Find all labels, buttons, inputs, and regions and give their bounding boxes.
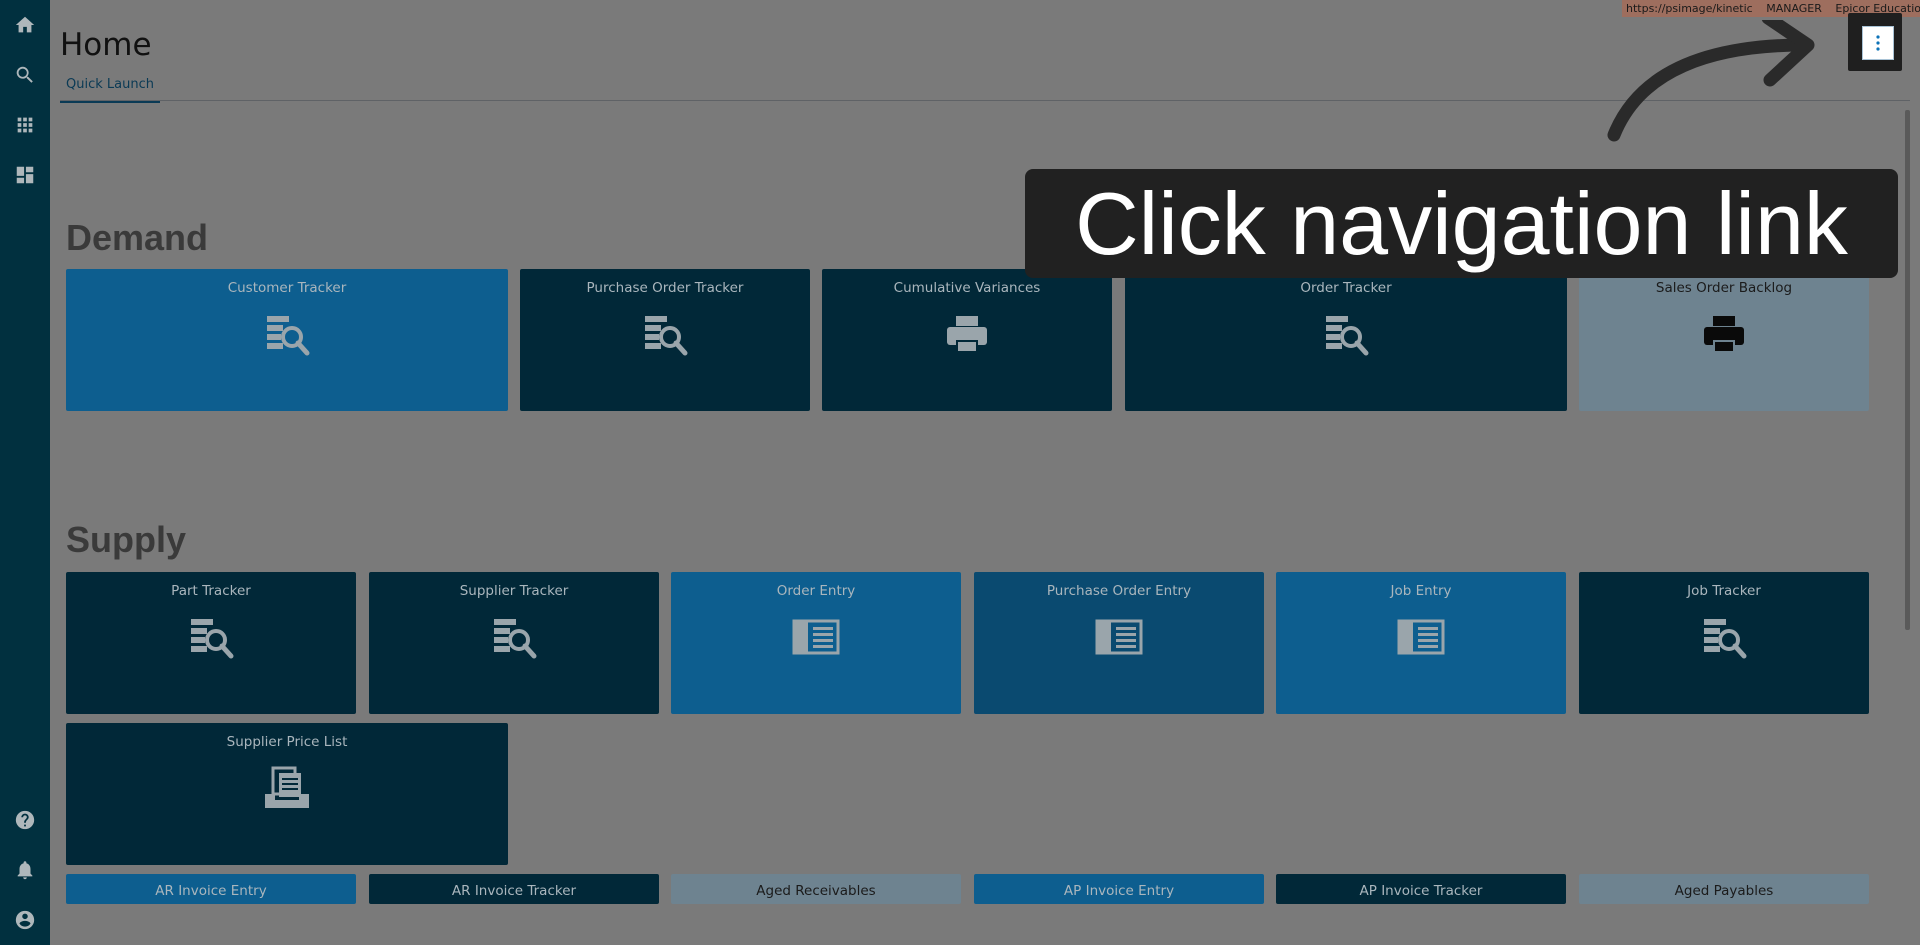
tile-label: Customer Tracker [227, 280, 347, 296]
tile-label: Supplier Tracker [459, 583, 569, 599]
tile-job-entry[interactable]: Job Entry [1276, 572, 1566, 714]
user-text: MANAGER [1766, 2, 1822, 15]
tile-label: Purchase Order Entry [1046, 583, 1192, 599]
tile-ap-invoice-entry[interactable]: AP Invoice Entry [974, 874, 1264, 904]
tile-label: Order Entry [776, 583, 856, 599]
tile-supplier-price-list[interactable]: Supplier Price List [66, 723, 508, 865]
tracker-search-icon [490, 613, 538, 661]
url-text: https://psimage/kinetic [1626, 2, 1753, 15]
tile-ar-invoice-entry[interactable]: AR Invoice Entry [66, 874, 356, 904]
entry-form-icon [1397, 613, 1445, 661]
printer-icon [943, 310, 991, 358]
tile-label: Job Tracker [1687, 583, 1761, 599]
section-title-supply: Supply [66, 519, 187, 560]
instruction-callout: Click navigation link [1025, 169, 1898, 278]
tile-order-tracker[interactable]: Order Tracker [1125, 269, 1567, 411]
tile-ar-invoice-tracker[interactable]: AR Invoice Tracker [369, 874, 659, 904]
help-icon[interactable] [12, 807, 38, 833]
tile-part-tracker[interactable]: Part Tracker [66, 572, 356, 714]
scrollbar[interactable] [1905, 110, 1910, 630]
tile-job-tracker[interactable]: Job Tracker [1579, 572, 1869, 714]
tab-quick-launch[interactable]: Quick Launch [60, 76, 160, 103]
entry-form-icon [792, 613, 840, 661]
account-icon[interactable] [12, 907, 38, 933]
tracker-search-icon [263, 310, 311, 358]
tile-label: Order Tracker [1300, 280, 1392, 296]
tile-label: Cumulative Variances [893, 280, 1041, 296]
tile-purchase-order-entry[interactable]: Purchase Order Entry [974, 572, 1264, 714]
bell-icon[interactable] [12, 857, 38, 883]
tracker-search-icon [1322, 310, 1370, 358]
tile-supplier-tracker[interactable]: Supplier Tracker [369, 572, 659, 714]
tile-sales-order-backlog[interactable]: Sales Order Backlog [1579, 269, 1869, 411]
more-vertical-icon [1876, 35, 1880, 51]
tile-label: AP Invoice Tracker [1359, 883, 1483, 899]
tile-ap-invoice-tracker[interactable]: AP Invoice Tracker [1276, 874, 1566, 904]
tile-label: Aged Receivables [756, 883, 876, 899]
tile-label: AR Invoice Tracker [451, 883, 577, 899]
apps-grid-icon[interactable] [12, 112, 38, 138]
tile-purchase-order-tracker[interactable]: Purchase Order Tracker [520, 269, 810, 411]
tile-label: Part Tracker [171, 583, 251, 599]
tile-aged-receivables[interactable]: Aged Receivables [671, 874, 961, 904]
tracker-search-icon [641, 310, 689, 358]
tile-label: Supplier Price List [226, 734, 348, 750]
tile-label: AP Invoice Entry [1063, 883, 1175, 899]
tile-cumulative-variances[interactable]: Cumulative Variances [822, 269, 1112, 411]
section-title-demand: Demand [66, 217, 209, 258]
tile-label: Purchase Order Tracker [586, 280, 744, 296]
entry-form-icon [1095, 613, 1143, 661]
tile-label: Job Entry [1390, 583, 1452, 599]
document-tray-icon [263, 764, 311, 812]
pointer-arrow-icon [1607, 20, 1815, 142]
search-icon[interactable] [12, 62, 38, 88]
printer-icon [1700, 310, 1748, 358]
tracker-search-icon [1700, 613, 1748, 661]
sidebar [0, 0, 50, 945]
overflow-menu-button[interactable] [1862, 26, 1894, 60]
tracker-search-icon [187, 613, 235, 661]
tile-label: Sales Order Backlog [1655, 280, 1793, 296]
tile-customer-tracker[interactable]: Customer Tracker [66, 269, 508, 411]
tile-order-entry[interactable]: Order Entry [671, 572, 961, 714]
home-icon[interactable] [12, 12, 38, 38]
tile-aged-payables[interactable]: Aged Payables [1579, 874, 1869, 904]
page-title: Home [60, 27, 152, 63]
tile-label: Aged Payables [1674, 883, 1774, 899]
dashboard-icon[interactable] [12, 162, 38, 188]
tile-label: AR Invoice Entry [155, 883, 267, 899]
